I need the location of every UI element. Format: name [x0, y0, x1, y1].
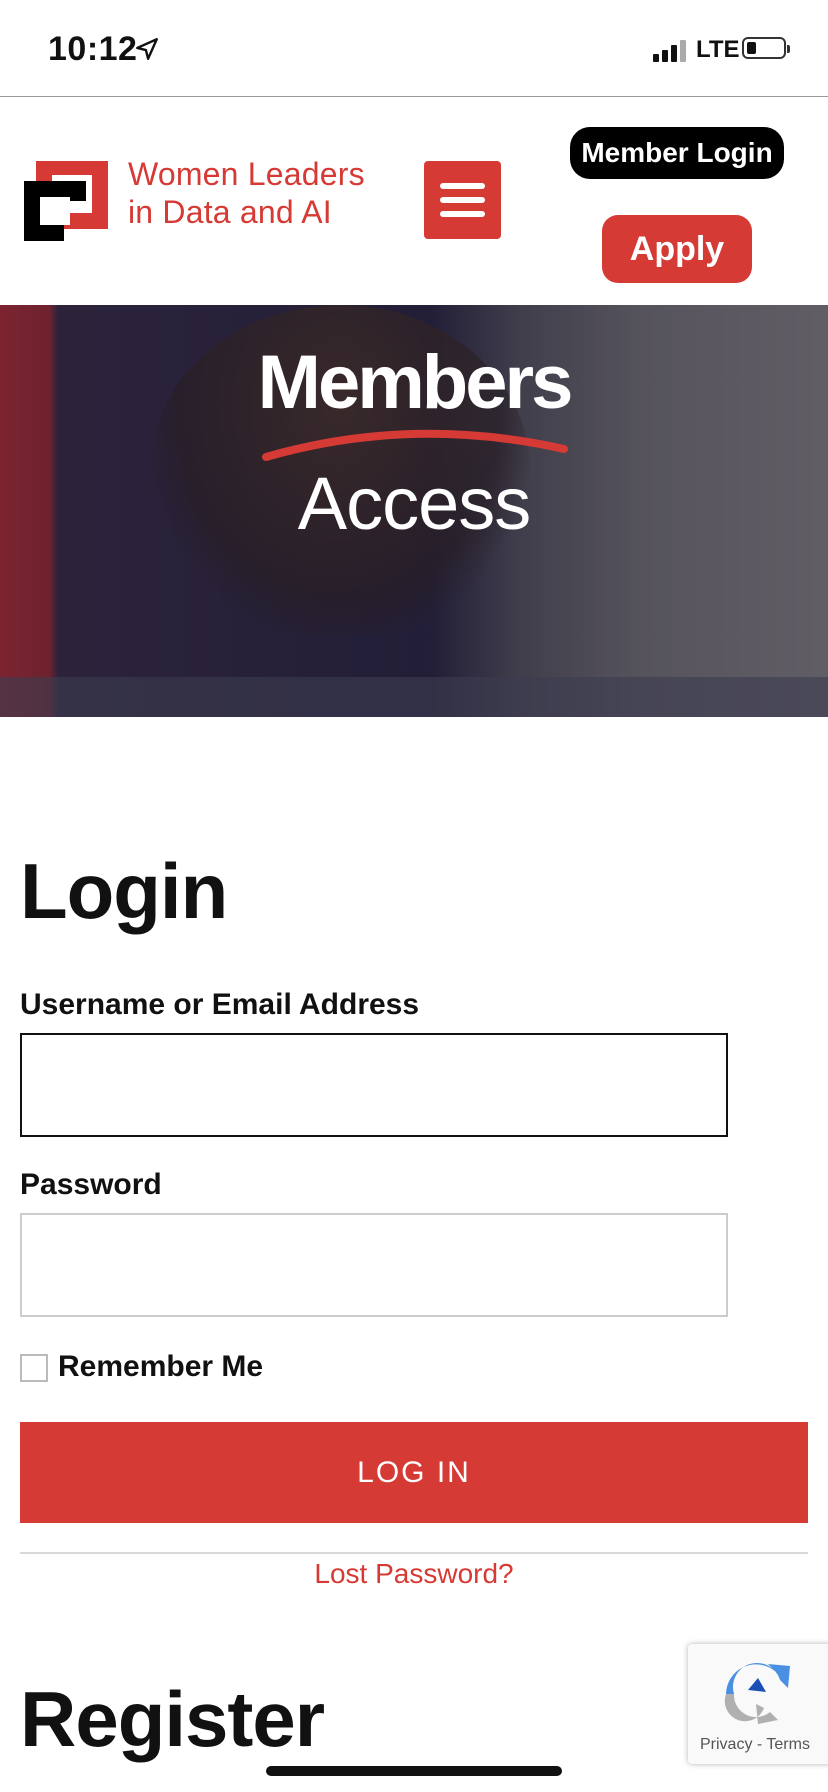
lost-password-link[interactable]: Lost Password? [0, 1556, 828, 1592]
password-field[interactable] [20, 1213, 728, 1317]
recaptcha-terms-link[interactable]: Terms [766, 1736, 810, 1753]
location-arrow-icon [136, 38, 158, 60]
remember-me-label[interactable]: Remember Me [58, 1350, 263, 1384]
status-bar: 10:12 LTE [0, 0, 828, 97]
recaptcha-links: Privacy - Terms [700, 1736, 810, 1754]
hero-title-members: Members [257, 340, 574, 425]
login-heading: Login [20, 847, 228, 935]
username-field[interactable] [20, 1033, 728, 1137]
hamburger-menu-button[interactable] [424, 161, 501, 239]
recaptcha-privacy-link[interactable]: Privacy [700, 1736, 752, 1753]
battery-icon [742, 37, 790, 59]
signal-bars-icon [653, 38, 689, 62]
member-login-button[interactable]: Member Login [570, 127, 784, 179]
recaptcha-icon [724, 1662, 790, 1724]
recaptcha-separator: - [756, 1736, 763, 1753]
hero-title-access: Access [297, 462, 532, 545]
status-time: 10:12 [48, 30, 138, 68]
register-heading: Register [20, 1675, 325, 1763]
hero-swoosh-decoration [262, 429, 568, 461]
hero-banner: Members Access [0, 305, 828, 717]
logo-mark-icon[interactable] [24, 161, 108, 241]
remember-me-checkbox[interactable] [20, 1354, 48, 1382]
username-label: Username or Email Address [20, 988, 420, 1021]
network-type: LTE [696, 36, 740, 63]
logo-text-line2: in Data and AI [128, 194, 332, 230]
form-divider [20, 1552, 808, 1554]
log-in-button[interactable]: LOG IN [20, 1422, 808, 1523]
site-header: Women Leaders in Data and AI Member Logi… [0, 97, 828, 305]
logo-text-line1: Women Leaders [128, 156, 365, 192]
site-logo-text[interactable]: Women Leaders in Data and AI [128, 155, 365, 231]
apply-button[interactable]: Apply [602, 215, 752, 283]
hamburger-menu-icon [440, 183, 485, 189]
home-indicator[interactable] [266, 1766, 562, 1776]
password-label: Password [20, 1168, 162, 1201]
recaptcha-badge[interactable]: Privacy - Terms [688, 1644, 828, 1764]
